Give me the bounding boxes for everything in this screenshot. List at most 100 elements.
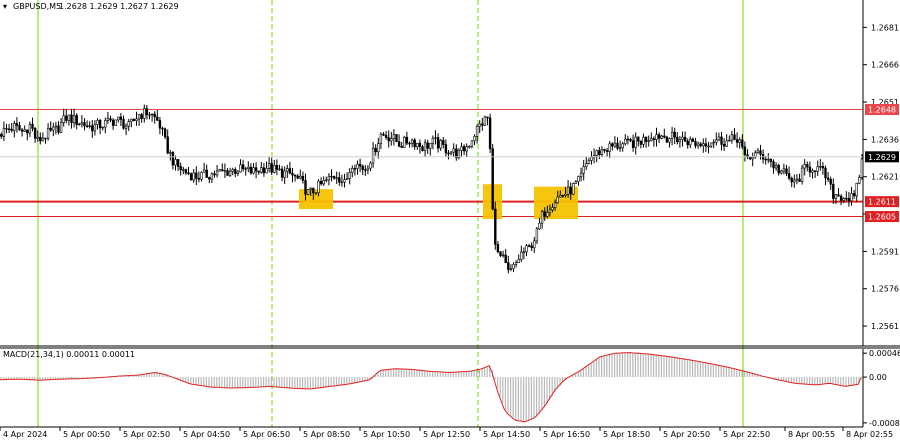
price-tick-label: 1.2636 <box>871 135 899 144</box>
candle-body <box>652 138 656 140</box>
candle-body <box>449 151 453 155</box>
time-tick-label: 5 Apr 02:50 <box>123 430 170 439</box>
candle-body <box>410 139 414 144</box>
candle-body <box>819 166 822 168</box>
candle-body <box>527 245 531 247</box>
candle-body <box>174 159 177 166</box>
candle-body <box>439 140 442 149</box>
candle-body <box>31 123 34 129</box>
candle-body <box>811 170 814 173</box>
candle-body <box>10 128 13 131</box>
candle-body <box>117 116 120 121</box>
candle-body <box>587 160 591 165</box>
candle-body <box>478 123 481 127</box>
time-tick-label: 5 Apr 12:50 <box>423 430 470 439</box>
candle-body <box>96 120 99 125</box>
candle-body <box>426 142 429 149</box>
time-tick-label: 5 Apr 00:50 <box>63 430 110 439</box>
candle-body <box>340 181 344 184</box>
candle-body <box>387 137 390 142</box>
candle-body <box>743 146 747 155</box>
candle-body <box>153 113 156 118</box>
price-tick-label: 1.2591 <box>871 247 899 256</box>
candle-body <box>735 139 739 143</box>
candle-body <box>26 129 29 134</box>
candle-body <box>772 161 775 169</box>
candle-body <box>720 136 723 145</box>
candle-body <box>312 187 315 194</box>
candle-body <box>122 119 125 129</box>
candle-body <box>611 143 614 147</box>
candle-body <box>468 146 471 148</box>
time-tick-label: 5 Apr 20:50 <box>663 430 710 439</box>
candle-body <box>332 176 336 179</box>
candle-body <box>689 138 692 146</box>
candle-body <box>624 138 627 145</box>
candle-body <box>751 157 754 160</box>
price-tick-label: 1.2561 <box>871 322 899 331</box>
candle-body <box>2 128 6 137</box>
candle-body <box>728 139 731 142</box>
candle-body <box>395 134 398 142</box>
candle-body <box>725 140 728 147</box>
candle-body <box>213 173 216 176</box>
candle-body <box>774 165 778 169</box>
candle-body <box>400 145 403 148</box>
candle-body <box>260 167 263 173</box>
candle-body <box>189 173 193 181</box>
candle-body <box>39 136 42 142</box>
candle-body <box>631 140 635 148</box>
symbol-timeframe: GBPUSD,M5 <box>13 2 61 11</box>
candle-body <box>709 142 713 147</box>
candle-body <box>132 118 136 121</box>
candle-body <box>236 171 240 174</box>
macd-axis-background <box>863 349 900 427</box>
candle-body <box>345 178 349 180</box>
candle-body <box>59 122 63 133</box>
candle-body <box>33 128 37 139</box>
candle-body <box>304 180 307 195</box>
candle-body <box>691 138 695 142</box>
candle-body <box>314 192 318 194</box>
candle-body <box>504 254 507 263</box>
candle-body <box>616 142 619 149</box>
candle-body <box>327 175 331 181</box>
candle-body <box>278 168 281 171</box>
candle-body <box>608 143 611 152</box>
candle-body <box>416 142 419 148</box>
candle-body <box>353 168 357 170</box>
price-chart[interactable]: 1.26811.26661.26511.26361.26211.26061.25… <box>0 0 900 441</box>
time-tick-label: 4 Apr 2024 <box>3 430 47 439</box>
candle-body <box>335 177 338 179</box>
candle-body <box>639 140 643 145</box>
candle-body <box>670 131 674 139</box>
candle-body <box>54 125 58 128</box>
candle-body <box>517 258 520 263</box>
candle-body <box>226 170 229 176</box>
candle-body <box>18 125 21 131</box>
candle-body <box>717 136 721 141</box>
candle-body <box>566 186 570 195</box>
candle-body <box>234 169 237 174</box>
candle-body <box>114 119 117 126</box>
candle-body <box>7 128 11 130</box>
candle-body <box>403 136 406 148</box>
candle-body <box>486 116 489 119</box>
candle-body <box>460 146 463 151</box>
time-tick-label: 5 Apr 08:50 <box>303 430 350 439</box>
candle-body <box>473 136 476 142</box>
level-tag-text: 1.2605 <box>868 213 896 222</box>
candle-body <box>551 207 554 211</box>
candle-body <box>143 108 146 119</box>
time-tick-label: 5 Apr 16:50 <box>543 430 590 439</box>
candle-body <box>499 251 502 256</box>
candle-body <box>540 211 544 224</box>
candle-body <box>777 165 780 174</box>
macd-label: MACD(21,34,1) 0.00011 0.00011 <box>3 350 135 359</box>
candle-body <box>267 163 271 169</box>
candle-body <box>509 268 513 270</box>
candle-body <box>741 139 744 148</box>
candle-body <box>798 178 801 182</box>
menu-triangle-icon[interactable]: ▾ <box>3 2 7 11</box>
candle-body <box>676 136 679 143</box>
